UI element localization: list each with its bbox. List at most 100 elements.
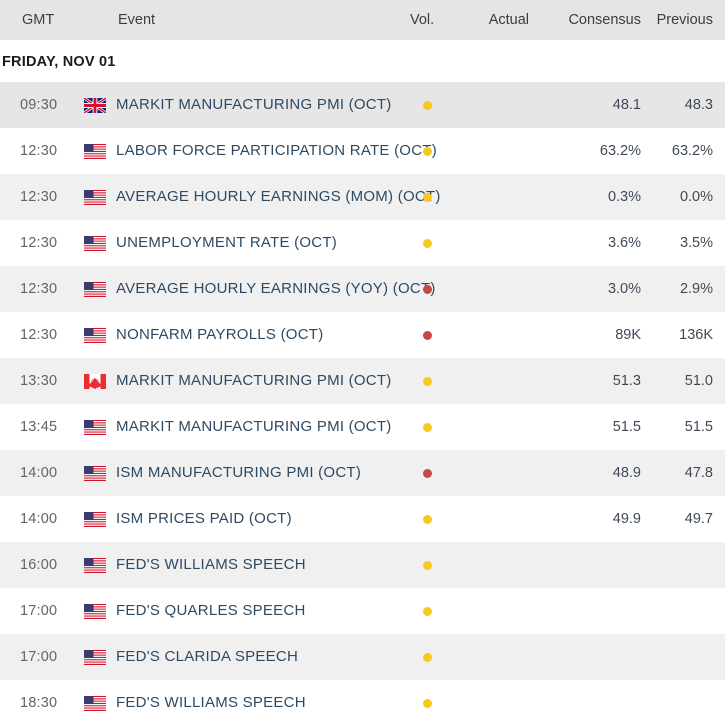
volatility-indicator <box>410 542 444 588</box>
event-time: 12:30 <box>20 327 58 343</box>
event-name[interactable]: FED'S WILLIAMS SPEECH <box>116 542 306 588</box>
table-row[interactable]: 12:30 NONFARM PAYROLLS (OCT) 89K 136K <box>0 312 725 358</box>
volatility-dot-medium <box>422 100 432 110</box>
volatility-indicator <box>410 174 444 220</box>
event-consensus-value: 3.0% <box>607 281 641 297</box>
volatility-dot-medium <box>422 698 432 708</box>
event-name[interactable]: FED'S CLARIDA SPEECH <box>116 634 298 680</box>
event-name[interactable]: MARKIT MANUFACTURING PMI (OCT) <box>116 82 392 128</box>
table-row[interactable]: 13:30 MARKIT MANUFACTURING PMI (OCT) 51.3 5… <box>0 358 725 404</box>
event-name[interactable]: FED'S QUARLES SPEECH <box>116 588 306 634</box>
event-time: 12:30 <box>20 189 58 205</box>
event-name[interactable]: AVERAGE HOURLY EARNINGS (MOM) (OCT) <box>116 174 441 220</box>
event-previous-value: 51.5 <box>684 419 713 435</box>
table-row[interactable]: 13:45 MARKIT MANUFACTURING PMI (OCT) 51.5 5… <box>0 404 725 450</box>
table-row[interactable]: 12:30 LABOR FORCE PARTICIPATION RATE (OCT… <box>0 128 725 174</box>
event-previous-value: 48.3 <box>684 97 713 113</box>
volatility-indicator <box>410 634 444 680</box>
event-name[interactable]: UNEMPLOYMENT RATE (OCT) <box>116 220 337 266</box>
event-consensus-value: 3.6% <box>607 235 641 251</box>
volatility-dot-medium <box>422 238 432 248</box>
table-row[interactable]: 12:30 UNEMPLOYMENT RATE (OCT) 3.6% 3.5% <box>0 220 725 266</box>
table-row[interactable]: 16:00 FED'S WILLIAMS SPEECH <box>0 542 725 588</box>
flag-us-icon <box>84 496 108 542</box>
volatility-indicator <box>410 588 444 634</box>
volatility-indicator <box>410 680 444 726</box>
flag-us-icon <box>84 220 108 266</box>
event-previous-value: 136K <box>679 327 713 343</box>
table-row[interactable]: 18:30 FED'S WILLIAMS SPEECH <box>0 680 725 726</box>
date-group-label: FRIDAY, NOV 01 <box>2 54 116 70</box>
event-name[interactable]: LABOR FORCE PARTICIPATION RATE (OCT) <box>116 128 437 174</box>
event-previous-value: 63.2% <box>671 143 713 159</box>
event-consensus-value: 51.5 <box>612 419 641 435</box>
event-time: 09:30 <box>20 97 58 113</box>
event-consensus-value: 49.9 <box>612 511 641 527</box>
table-row[interactable]: 17:00 FED'S QUARLES SPEECH <box>0 588 725 634</box>
column-header-event[interactable]: Event <box>118 0 155 40</box>
flag-uk-icon <box>84 82 108 128</box>
volatility-dot-medium <box>422 192 432 202</box>
event-previous-value: 49.7 <box>684 511 713 527</box>
event-name[interactable]: FED'S WILLIAMS SPEECH <box>116 680 306 726</box>
column-header-volatility[interactable]: Vol. <box>410 0 454 40</box>
event-row-list: 09:30 MARKIT MANUFACTURING PMI (OCT) 48.1 4… <box>0 82 725 726</box>
event-name[interactable]: AVERAGE HOURLY EARNINGS (YOY) (OCT) <box>116 266 436 312</box>
table-row[interactable]: 12:30 AVERAGE HOURLY EARNINGS (MOM) (OCT)… <box>0 174 725 220</box>
event-name[interactable]: MARKIT MANUFACTURING PMI (OCT) <box>116 404 392 450</box>
table-row[interactable]: 12:30 AVERAGE HOURLY EARNINGS (YOY) (OCT)… <box>0 266 725 312</box>
event-time: 17:00 <box>20 649 58 665</box>
table-row[interactable]: 09:30 MARKIT MANUFACTURING PMI (OCT) 48.1 4… <box>0 82 725 128</box>
volatility-dot-medium <box>422 376 432 386</box>
volatility-dot-medium <box>422 514 432 524</box>
event-previous-value: 3.5% <box>679 235 713 251</box>
flag-us-icon <box>84 588 108 634</box>
volatility-indicator <box>410 128 444 174</box>
event-time: 18:30 <box>20 695 58 711</box>
flag-us-icon <box>84 542 108 588</box>
event-previous-value: 0.0% <box>679 189 713 205</box>
flag-us-icon <box>84 174 108 220</box>
table-row[interactable]: 17:00 FED'S CLARIDA SPEECH <box>0 634 725 680</box>
event-previous-value: 2.9% <box>679 281 713 297</box>
volatility-indicator <box>410 358 444 404</box>
table-header: GMT Event Vol. Actual Consensus Previous <box>0 0 725 40</box>
event-name[interactable]: ISM MANUFACTURING PMI (OCT) <box>116 450 361 496</box>
volatility-dot-high <box>422 330 432 340</box>
event-time: 13:30 <box>20 373 58 389</box>
event-consensus-value: 48.1 <box>612 97 641 113</box>
event-name[interactable]: MARKIT MANUFACTURING PMI (OCT) <box>116 358 392 404</box>
volatility-dot-medium <box>422 422 432 432</box>
table-row[interactable]: 14:00 ISM MANUFACTURING PMI (OCT) 48.9 47.8 <box>0 450 725 496</box>
flag-us-icon <box>84 128 108 174</box>
flag-us-icon <box>84 266 108 312</box>
column-header-time[interactable]: GMT <box>22 0 54 40</box>
event-name[interactable]: ISM PRICES PAID (OCT) <box>116 496 292 542</box>
event-time: 16:00 <box>20 557 58 573</box>
flag-us-icon <box>84 404 108 450</box>
volatility-dot-medium <box>422 146 432 156</box>
event-previous-value: 47.8 <box>684 465 713 481</box>
event-consensus-value: 0.3% <box>607 189 641 205</box>
table-row[interactable]: 14:00 ISM PRICES PAID (OCT) 49.9 49.7 <box>0 496 725 542</box>
flag-us-icon <box>84 312 108 358</box>
event-time: 14:00 <box>20 465 58 481</box>
column-header-consensus[interactable]: Consensus <box>568 0 641 40</box>
flag-us-icon <box>84 634 108 680</box>
volatility-dot-high <box>422 284 432 294</box>
volatility-indicator <box>410 266 444 312</box>
column-header-previous[interactable]: Previous <box>657 0 713 40</box>
event-time: 12:30 <box>20 235 58 251</box>
volatility-indicator <box>410 496 444 542</box>
column-header-actual[interactable]: Actual <box>489 0 529 40</box>
volatility-indicator <box>410 404 444 450</box>
volatility-dot-medium <box>422 652 432 662</box>
event-consensus-value: 89K <box>615 327 641 343</box>
event-time: 14:00 <box>20 511 58 527</box>
event-name[interactable]: NONFARM PAYROLLS (OCT) <box>116 312 323 358</box>
event-consensus-value: 63.2% <box>599 143 641 159</box>
volatility-indicator <box>410 450 444 496</box>
volatility-dot-medium <box>422 606 432 616</box>
volatility-indicator <box>410 220 444 266</box>
volatility-indicator <box>410 312 444 358</box>
